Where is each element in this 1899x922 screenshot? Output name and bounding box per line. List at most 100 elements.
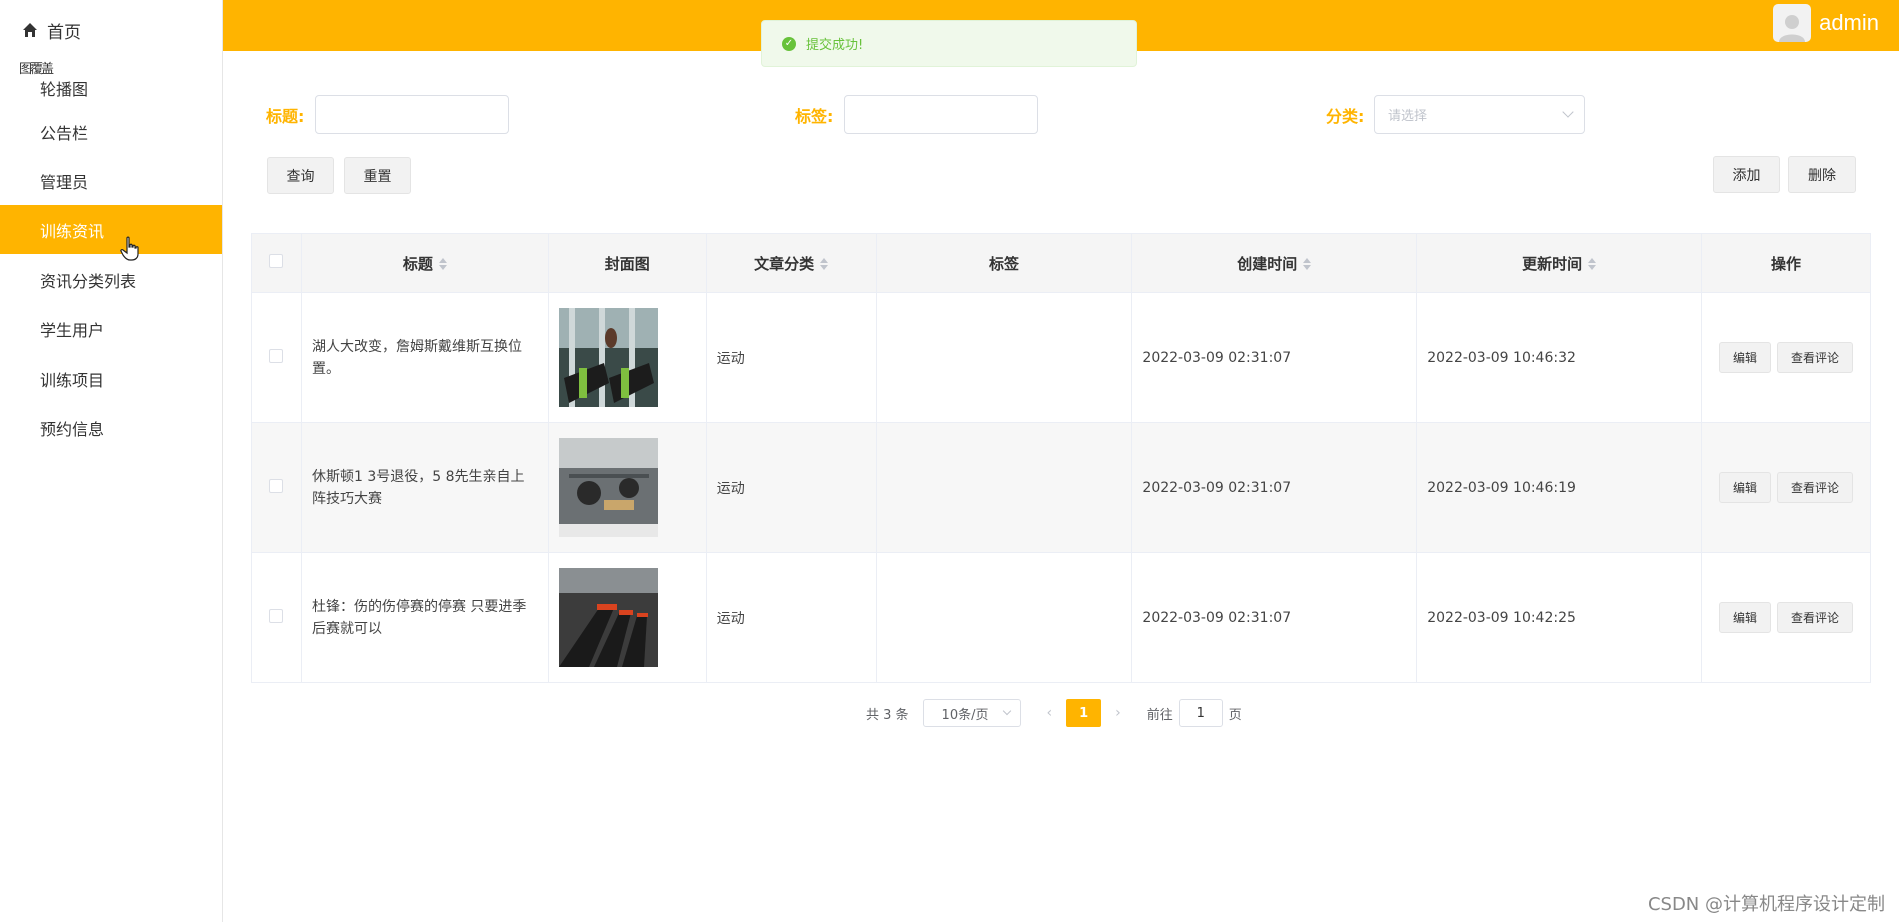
sidebar-item-label: 管理员 — [40, 172, 89, 192]
select-all-cell — [251, 233, 302, 293]
home-label: 首页 — [47, 22, 81, 43]
delete-button[interactable]: 删除 — [1788, 156, 1856, 193]
sidebar: 首页 图覆盖 轮播图 公告栏 管理员 训练资讯 资讯分类列表 学生用户 训练项目… — [0, 0, 223, 922]
row-checkbox[interactable] — [269, 348, 284, 363]
category-search-label: 分类: — [1326, 107, 1365, 126]
row-category: 运动 — [705, 292, 877, 423]
prev-page-icon[interactable]: ‹ — [1047, 705, 1053, 721]
edit-button[interactable]: 编辑 — [1719, 342, 1772, 373]
sort-icon[interactable] — [1303, 258, 1312, 270]
reset-button[interactable]: 重置 — [344, 157, 411, 194]
cover-image-gym-floor[interactable] — [558, 438, 658, 537]
query-button[interactable]: 查询 — [267, 157, 334, 194]
row-tags — [875, 552, 1133, 683]
sort-icon[interactable] — [438, 258, 447, 270]
table-row: 湖人大改变，詹姆斯戴维斯互换位置。 运动 2022-03-09 02:31:07… — [251, 292, 1871, 423]
column-header-title[interactable]: 标题 — [300, 233, 549, 293]
row-select-cell — [251, 552, 302, 683]
sidebar-item-notice[interactable]: 公告栏 — [0, 107, 222, 156]
edit-button[interactable]: 编辑 — [1719, 472, 1772, 503]
next-page-icon[interactable]: › — [1115, 705, 1121, 721]
sidebar-item-students[interactable]: 学生用户 — [0, 304, 222, 353]
view-comments-button[interactable]: 查看评论 — [1777, 602, 1854, 633]
title-search-label: 标题: — [266, 107, 305, 126]
column-header-cover: 封面图 — [547, 233, 707, 293]
row-updated-time: 2022-03-09 10:42:25 — [1416, 552, 1703, 683]
sidebar-item-reservations[interactable]: 预约信息 — [0, 403, 222, 452]
add-button[interactable]: 添加 — [1713, 156, 1780, 193]
category-select-placeholder: 请选择 — [1388, 109, 1428, 124]
row-cover-cell — [547, 552, 707, 683]
news-table: 标题 封面图 文章分类 标签 创建时间 更新时间 操作 湖人大改变，詹姆斯戴维斯… — [251, 233, 1871, 683]
sidebar-item-news-categories[interactable]: 资讯分类列表 — [0, 255, 222, 304]
hand-cursor-icon — [120, 236, 139, 261]
column-header-label: 更新时间 — [1522, 254, 1583, 273]
toast-message: 提交成功! — [806, 38, 864, 53]
sort-icon[interactable] — [820, 258, 829, 270]
sidebar-item-label: 资讯分类列表 — [40, 271, 137, 291]
table-row: 杜锋：伤的伤停赛的停赛 只要进季后赛就可以 运动 2022-03-09 02:3… — [251, 552, 1871, 683]
row-updated-time: 2022-03-09 10:46:32 — [1416, 292, 1703, 423]
column-header-label: 操作 — [1771, 254, 1802, 273]
row-cover-cell — [547, 292, 707, 423]
pagination-total: 共 3 条 — [866, 707, 909, 723]
select-all-checkbox[interactable] — [269, 254, 284, 268]
sort-icon[interactable] — [1588, 258, 1597, 270]
row-created-time: 2022-03-09 02:31:07 — [1131, 552, 1418, 683]
page-number-current[interactable]: 1 — [1066, 699, 1102, 727]
column-header-category[interactable]: 文章分类 — [705, 233, 877, 293]
page-size-value: 10条/页 — [941, 707, 989, 723]
column-header-label: 创建时间 — [1237, 254, 1298, 273]
goto-suffix: 页 — [1228, 707, 1242, 723]
row-title: 杜锋：伤的伤停赛的停赛 只要进季后赛就可以 — [300, 552, 549, 683]
column-header-label: 封面图 — [604, 254, 650, 273]
cover-image-treadmill-row[interactable] — [558, 568, 658, 667]
sidebar-item-home[interactable]: 首页 — [22, 18, 81, 43]
user-avatar-icon — [1779, 15, 1806, 42]
sidebar-item-training-projects[interactable]: 训练项目 — [0, 354, 222, 403]
column-header-label: 标签 — [989, 254, 1020, 273]
column-header-created[interactable]: 创建时间 — [1131, 233, 1418, 293]
row-created-time: 2022-03-09 02:31:07 — [1131, 292, 1418, 423]
row-select-cell — [251, 292, 302, 423]
column-header-tags: 标签 — [875, 233, 1133, 293]
sidebar-item-label: 轮播图 — [40, 79, 89, 99]
sidebar-item-label: 学生用户 — [40, 320, 105, 340]
sidebar-item-admin[interactable]: 管理员 — [0, 156, 222, 205]
row-actions: 编辑 查看评论 — [1701, 422, 1871, 553]
row-title: 休斯顿1 3号退役，5 8先生亲自上阵技巧大赛 — [300, 422, 549, 553]
row-tags — [875, 422, 1133, 553]
row-checkbox[interactable] — [269, 478, 284, 493]
column-header-updated[interactable]: 更新时间 — [1416, 233, 1703, 293]
view-comments-button[interactable]: 查看评论 — [1777, 342, 1854, 373]
row-actions: 编辑 查看评论 — [1701, 552, 1871, 683]
column-header-label: 标题 — [402, 254, 433, 273]
page-size-select[interactable]: 10条/页 — [922, 699, 1021, 727]
tag-search-input[interactable] — [844, 95, 1038, 134]
row-checkbox[interactable] — [269, 608, 284, 623]
table-header-row: 标题 封面图 文章分类 标签 创建时间 更新时间 操作 — [251, 233, 1871, 293]
edit-button[interactable]: 编辑 — [1719, 602, 1772, 633]
cover-image-treadmills[interactable] — [558, 308, 658, 407]
category-select[interactable]: 请选择 — [1374, 95, 1585, 134]
title-search-input[interactable] — [315, 95, 509, 134]
column-header-label: 文章分类 — [754, 254, 815, 273]
success-toast: ✓ 提交成功! — [761, 20, 1137, 67]
row-updated-time: 2022-03-09 10:46:19 — [1416, 422, 1703, 553]
goto-prefix: 前往 — [1146, 707, 1173, 723]
row-actions: 编辑 查看评论 — [1701, 292, 1871, 423]
row-select-cell — [251, 422, 302, 553]
sidebar-item-carousel[interactable]: 轮播图 — [0, 58, 222, 107]
user-menu[interactable]: admin — [1773, 4, 1879, 42]
chevron-down-icon — [1002, 706, 1011, 716]
goto-page-input[interactable]: 1 — [1178, 699, 1223, 727]
tag-search-label: 标签: — [795, 107, 834, 126]
row-title: 湖人大改变，詹姆斯戴维斯互换位置。 — [300, 292, 549, 423]
row-tags — [875, 292, 1133, 423]
check-circle-icon: ✓ — [782, 36, 796, 51]
row-category: 运动 — [705, 422, 877, 553]
row-created-time: 2022-03-09 02:31:07 — [1131, 422, 1418, 553]
view-comments-button[interactable]: 查看评论 — [1777, 472, 1854, 503]
sidebar-item-label: 公告栏 — [40, 123, 89, 143]
sidebar-item-training-news[interactable]: 训练资讯 — [0, 205, 222, 254]
